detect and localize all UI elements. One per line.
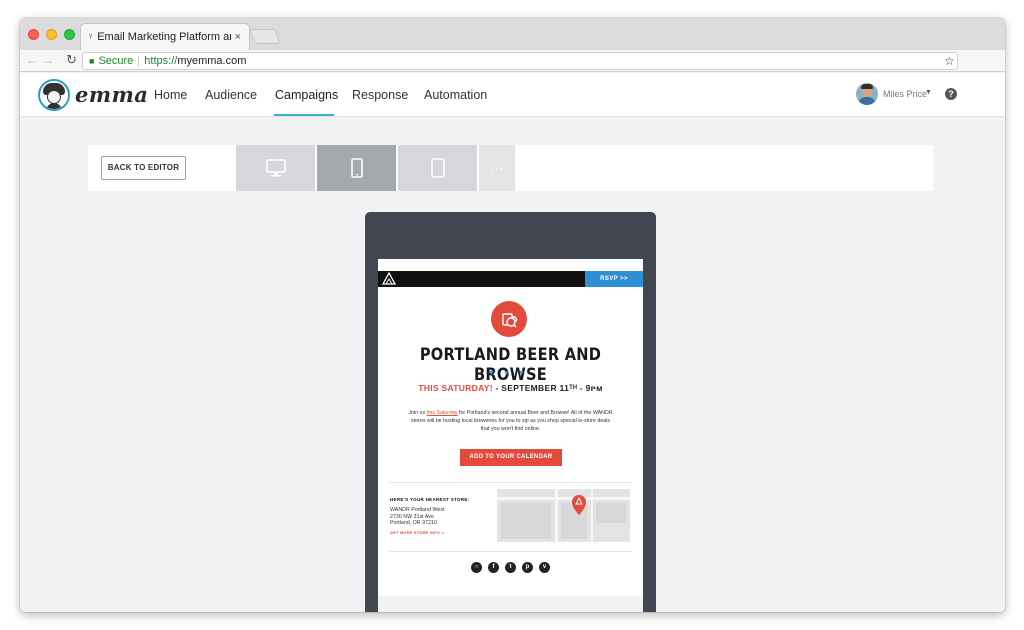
nav-response[interactable]: Response — [352, 88, 408, 102]
chevron-down-icon[interactable]: ▼ — [925, 89, 932, 96]
forward-arrow-icon[interactable]: → — [42, 53, 54, 67]
phone-preview-frame: RSVP >> PORTLAND BEER AND BROWSE ▼▼▼ THI… — [365, 212, 656, 612]
add-to-calendar-button[interactable]: ADD TO YOUR CALENDAR — [460, 449, 562, 466]
user-name[interactable]: Miles Price — [883, 89, 927, 99]
email-header-bar: RSVP >> — [378, 271, 643, 287]
preview-toolbar: BACK TO EDITOR ··· — [88, 145, 933, 191]
new-tab-button[interactable] — [249, 29, 281, 44]
user-avatar[interactable] — [856, 83, 878, 105]
date-highlight: THIS SATURDAY! — [418, 383, 493, 393]
address-bar[interactable]: ■ Secure https:// myemma.com — [82, 52, 958, 70]
event-date: THIS SATURDAY! - SEPTEMBER 11ᵀᴴ - 9ᴘᴍ — [378, 383, 643, 393]
divider — [389, 551, 632, 552]
ellipsis-icon: ··· — [489, 161, 505, 175]
browser-tab[interactable]: ᵞ Email Marketing Platform and × — [80, 23, 250, 50]
store-address: WANDR Portland West 2730 NW 31st Ave Por… — [390, 507, 444, 527]
pinterest-icon[interactable]: p — [522, 562, 533, 573]
back-arrow-icon[interactable]: ← — [26, 53, 38, 67]
body-link[interactable]: this Saturday — [427, 410, 458, 416]
store-info-link[interactable]: GET MORE STORE INFO » — [390, 531, 444, 535]
tab-strip: ᵞ Email Marketing Platform and × — [20, 18, 1005, 50]
device-more-button[interactable]: ··· — [479, 145, 515, 191]
store-map[interactable] — [497, 489, 630, 542]
nav-campaigns[interactable]: Campaigns — [275, 88, 338, 102]
store-heading: HERE'S YOUR NEAREST STORE: — [390, 497, 470, 502]
tab-title: Email Marketing Platform and — [97, 31, 231, 43]
browser-toolbar: ← → ↻ ■ Secure https:// myemma.com ☆ — [20, 50, 1005, 72]
glasses-icon: ᵞ — [89, 31, 93, 43]
divider — [389, 482, 632, 483]
email-title: PORTLAND BEER AND BROWSE — [419, 345, 602, 385]
browser-window: ᵞ Email Marketing Platform and × ← → ↻ ■… — [20, 18, 1005, 612]
help-icon[interactable]: ? — [945, 88, 957, 100]
date-rest: - SEPTEMBER 11ᵀᴴ - 9ᴘᴍ — [492, 383, 603, 393]
triangle-arrows-icon: ▼▼▼ — [488, 370, 533, 377]
tablet-icon — [430, 158, 445, 178]
monitor-icon — [265, 159, 286, 177]
facebook-icon[interactable]: f — [488, 562, 499, 573]
social-links: ○ f t p v — [378, 562, 643, 573]
tab-close-icon[interactable]: × — [235, 31, 241, 43]
nav-audience[interactable]: Audience — [205, 88, 257, 102]
store-city: Portland, OR 97210 — [390, 520, 437, 526]
emma-wordmark[interactable]: emma — [75, 82, 148, 107]
device-phone-button[interactable] — [317, 145, 396, 191]
emma-logo-icon[interactable] — [38, 79, 70, 111]
nav-home[interactable]: Home — [154, 88, 187, 102]
maximize-window-button[interactable] — [64, 29, 75, 40]
secure-label: Secure — [98, 55, 134, 67]
reload-icon[interactable]: ↻ — [66, 52, 77, 68]
email-preview: RSVP >> PORTLAND BEER AND BROWSE ▼▼▼ THI… — [378, 259, 643, 612]
address-divider — [138, 55, 140, 67]
twitter-icon[interactable]: t — [505, 562, 516, 573]
nearest-store-section: HERE'S YOUR NEAREST STORE: WANDR Portlan… — [389, 489, 632, 545]
minimize-window-button[interactable] — [46, 29, 57, 40]
body-prefix: Join us — [408, 410, 427, 416]
close-window-button[interactable] — [28, 29, 39, 40]
beer-mug-icon — [491, 301, 527, 337]
nav-automation[interactable]: Automation — [424, 88, 487, 102]
mountain-logo-icon — [382, 272, 396, 285]
url-scheme: https:// — [144, 55, 178, 67]
lock-icon: ■ — [89, 56, 95, 66]
app-header: emma Home Audience Campaigns Response Au… — [20, 73, 1005, 117]
url-host: myemma.com — [177, 55, 247, 67]
device-desktop-button[interactable] — [236, 145, 315, 191]
instagram-icon[interactable]: ○ — [471, 562, 482, 573]
bookmark-star-icon[interactable]: ☆ — [944, 54, 955, 68]
active-nav-underline — [274, 114, 334, 116]
vimeo-icon[interactable]: v — [539, 562, 550, 573]
back-to-editor-button[interactable]: BACK TO EDITOR — [101, 156, 186, 180]
email-footer — [378, 596, 643, 612]
phone-icon — [350, 158, 363, 178]
rsvp-button[interactable]: RSVP >> — [585, 271, 643, 287]
store-name: WANDR Portland West — [390, 507, 445, 513]
device-tablet-button[interactable] — [398, 145, 477, 191]
email-body-text: Join us this Saturday for Portland's sec… — [406, 409, 615, 433]
